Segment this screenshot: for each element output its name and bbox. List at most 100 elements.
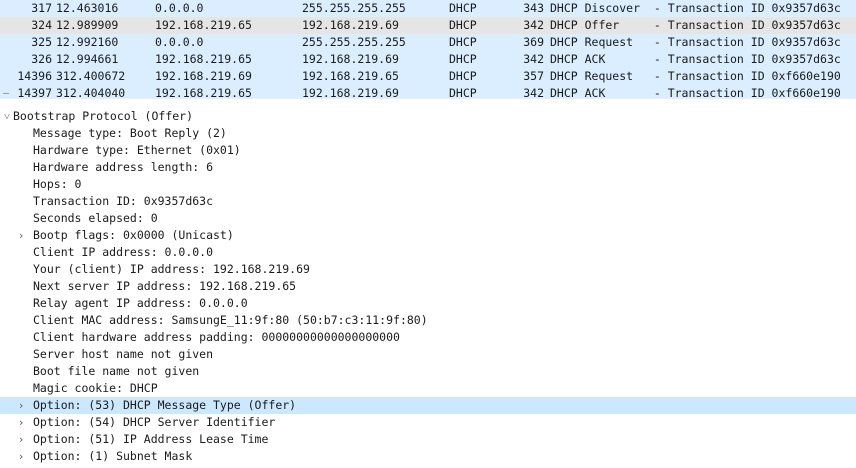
tree-item-label: Magic cookie: DHCP	[33, 381, 158, 395]
tree-item-client-mac[interactable]: Client MAC address: SamsungE_11:9f:80 (5…	[0, 312, 856, 329]
tree-item-label: Client hardware address padding: 0000000…	[33, 330, 400, 344]
tree-item-option-53[interactable]: › Option: (53) DHCP Message Type (Offer)	[0, 397, 856, 414]
tree-item-label: Hardware type: Ethernet (0x01)	[33, 143, 241, 157]
tree-item-label: Option: (54) DHCP Server Identifier	[33, 415, 276, 429]
pane-splitter[interactable]	[0, 98, 856, 108]
packet-row[interactable]: 317 12.463016 0.0.0.0 255.255.255.255 DH…	[0, 0, 856, 17]
tree-item-option-51[interactable]: › Option: (51) IP Address Lease Time	[0, 431, 856, 448]
tree-item-label: Bootp flags: 0x0000 (Unicast)	[33, 228, 234, 242]
collapsed-arrow-icon[interactable]: ›	[15, 414, 27, 431]
packet-length: 342	[523, 18, 544, 32]
packet-source: 192.168.219.65	[155, 86, 252, 98]
tree-item-client-hw-padding[interactable]: Client hardware address padding: 0000000…	[0, 329, 856, 346]
tree-item-label: Hardware address length: 6	[33, 160, 214, 174]
tree-item-label: Client MAC address: SamsungE_11:9f:80 (5…	[33, 313, 428, 327]
tree-item-your-ip[interactable]: Your (client) IP address: 192.168.219.69	[0, 261, 856, 278]
packet-number: 14396	[17, 69, 52, 83]
packet-info: DHCP Discover - Transaction ID 0x9357d63…	[550, 1, 841, 15]
packet-number: 14397	[17, 86, 52, 98]
packet-length: 342	[523, 86, 544, 98]
tree-item-label: Option: (53) DHCP Message Type (Offer)	[33, 398, 297, 412]
tree-item-label: Your (client) IP address: 192.168.219.69	[33, 262, 310, 276]
tree-item-option-1[interactable]: › Option: (1) Subnet Mask	[0, 448, 856, 465]
packet-protocol: DHCP	[449, 69, 477, 83]
tree-item-client-ip[interactable]: Client IP address: 0.0.0.0	[0, 244, 856, 261]
collapsed-arrow-icon[interactable]: ›	[15, 448, 27, 465]
packet-length: 342	[523, 52, 544, 66]
tree-item-bootstrap-protocol[interactable]: ˅ Bootstrap Protocol (Offer)	[0, 108, 856, 125]
packet-row[interactable]: 325 12.992160 0.0.0.0 255.255.255.255 DH…	[0, 34, 856, 51]
tree-item-relay-agent-ip[interactable]: Relay agent IP address: 0.0.0.0	[0, 295, 856, 312]
tree-item-label: Message type: Boot Reply (2)	[33, 126, 227, 140]
packet-destination: 255.255.255.255	[302, 35, 406, 49]
packet-number: 325	[31, 35, 52, 49]
tree-item-label: Bootstrap Protocol (Offer)	[13, 109, 194, 123]
packet-list: 317 12.463016 0.0.0.0 255.255.255.255 DH…	[0, 0, 856, 98]
packet-destination: 192.168.219.69	[302, 86, 399, 98]
packet-destination: 192.168.219.69	[302, 52, 399, 66]
packet-info: DHCP ACK - Transaction ID 0xf660e190	[550, 86, 841, 98]
packet-time: 312.404040	[56, 86, 126, 98]
packet-length: 369	[523, 35, 544, 49]
packet-source: 0.0.0.0	[155, 1, 204, 15]
tree-item-label: Server host name not given	[33, 347, 214, 361]
collapsed-arrow-icon[interactable]: ›	[15, 431, 27, 448]
tree-item-next-server-ip[interactable]: Next server IP address: 192.168.219.65	[0, 278, 856, 295]
packet-number: 317	[31, 1, 52, 15]
tree-item-option-54[interactable]: › Option: (54) DHCP Server Identifier	[0, 414, 856, 431]
packet-source: 0.0.0.0	[155, 35, 204, 49]
tree-item-hardware-type[interactable]: Hardware type: Ethernet (0x01)	[0, 142, 856, 159]
packet-source: 192.168.219.65	[155, 52, 252, 66]
collapsed-arrow-icon[interactable]: ›	[15, 397, 27, 414]
packet-row-selected[interactable]: 324 12.989909 192.168.219.65 192.168.219…	[0, 17, 856, 34]
tree-item-label: Option: (1) Subnet Mask	[33, 449, 193, 463]
packet-info: DHCP Offer - Transaction ID 0x9357d63c	[550, 18, 841, 32]
tree-item-label: Next server IP address: 192.168.219.65	[33, 279, 297, 293]
tree-item-hops[interactable]: Hops: 0	[0, 176, 856, 193]
expanded-arrow-icon[interactable]: ˅	[1, 108, 13, 125]
packet-number: 324	[31, 18, 52, 32]
packet-source: 192.168.219.69	[155, 69, 252, 83]
tree-item-label: Hops: 0	[33, 177, 82, 191]
tree-item-label: Transaction ID: 0x9357d63c	[33, 194, 214, 208]
packet-destination: 192.168.219.65	[302, 69, 399, 83]
packet-length: 343	[523, 1, 544, 15]
packet-time: 12.989909	[56, 18, 119, 32]
packet-destination: 255.255.255.255	[302, 1, 406, 15]
tree-item-label: Relay agent IP address: 0.0.0.0	[33, 296, 248, 310]
tree-item-label: Option: (51) IP Address Lease Time	[33, 432, 269, 446]
related-packet-marker: –	[2, 88, 10, 98]
packet-time: 12.463016	[56, 1, 119, 15]
packet-number: 326	[31, 52, 52, 66]
packet-time: 12.992160	[56, 35, 119, 49]
packet-info: DHCP ACK - Transaction ID 0x9357d63c	[550, 52, 841, 66]
packet-protocol: DHCP	[449, 35, 477, 49]
packet-time: 312.400672	[56, 69, 126, 83]
packet-row[interactable]: – 14397 312.404040 192.168.219.65 192.16…	[0, 85, 856, 98]
packet-info: DHCP Request - Transaction ID 0x9357d63c	[550, 35, 841, 49]
packet-length: 357	[523, 69, 544, 83]
tree-item-bootp-flags[interactable]: › Bootp flags: 0x0000 (Unicast)	[0, 227, 856, 244]
packet-protocol: DHCP	[449, 1, 477, 15]
collapsed-arrow-icon[interactable]: ›	[15, 227, 27, 244]
tree-item-message-type[interactable]: Message type: Boot Reply (2)	[0, 125, 856, 142]
packet-info: DHCP Request - Transaction ID 0xf660e190	[550, 69, 841, 83]
packet-protocol: DHCP	[449, 86, 477, 98]
packet-row[interactable]: 14396 312.400672 192.168.219.69 192.168.…	[0, 68, 856, 85]
packet-protocol: DHCP	[449, 18, 477, 32]
tree-item-boot-file-name[interactable]: Boot file name not given	[0, 363, 856, 380]
packet-destination: 192.168.219.69	[302, 18, 399, 32]
tree-item-label: Client IP address: 0.0.0.0	[33, 245, 214, 259]
packet-protocol: DHCP	[449, 52, 477, 66]
packet-row[interactable]: 326 12.994661 192.168.219.65 192.168.219…	[0, 51, 856, 68]
packet-details-tree: ˅ Bootstrap Protocol (Offer) Message typ…	[0, 108, 856, 468]
tree-item-label: Seconds elapsed: 0	[33, 211, 158, 225]
packet-time: 12.994661	[56, 52, 119, 66]
tree-item-server-host-name[interactable]: Server host name not given	[0, 346, 856, 363]
tree-item-magic-cookie[interactable]: Magic cookie: DHCP	[0, 380, 856, 397]
tree-item-label: Boot file name not given	[33, 364, 200, 378]
tree-item-seconds-elapsed[interactable]: Seconds elapsed: 0	[0, 210, 856, 227]
packet-source: 192.168.219.65	[155, 18, 252, 32]
tree-item-transaction-id[interactable]: Transaction ID: 0x9357d63c	[0, 193, 856, 210]
tree-item-hardware-address-length[interactable]: Hardware address length: 6	[0, 159, 856, 176]
